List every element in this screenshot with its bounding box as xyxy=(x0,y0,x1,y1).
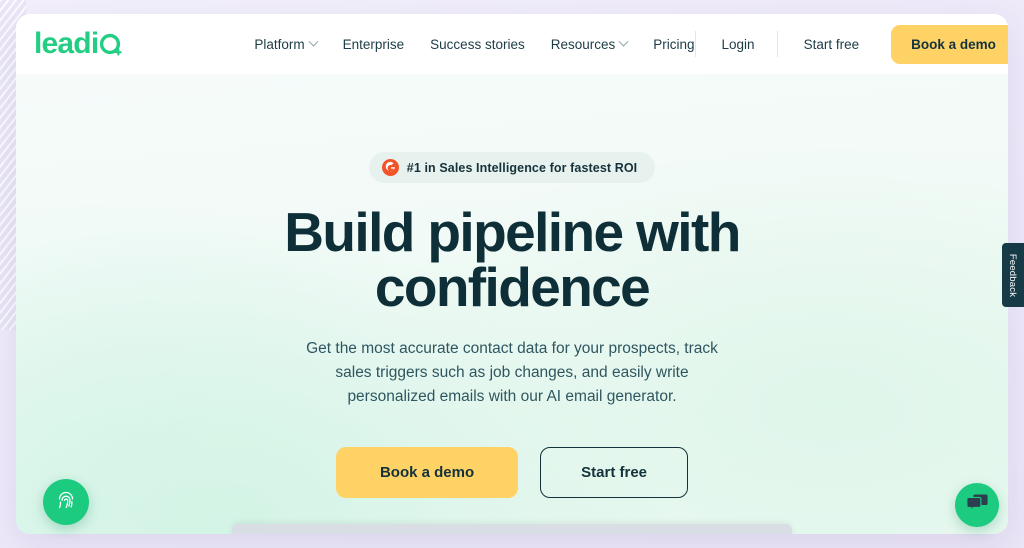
nav-item-success-stories[interactable]: Success stories xyxy=(430,37,525,52)
hero-subheadline: Get the most accurate contact data for y… xyxy=(306,340,718,406)
nav-item-label: Enterprise xyxy=(342,36,405,52)
hero-cta-group: Book a demo Start free xyxy=(335,447,689,499)
below-fold-preview-card xyxy=(232,524,792,534)
chevron-down-icon xyxy=(308,36,319,47)
chat-widget-button[interactable] xyxy=(955,483,999,527)
hero-headline: Build pipeline with confidence xyxy=(284,201,741,318)
g2-icon xyxy=(381,159,399,176)
primary-navigation: Platform Enterprise Success stories Reso… xyxy=(254,36,695,52)
hero-section: #1 in Sales Intelligence for fastest ROI… xyxy=(16,74,1008,534)
nav-item-enterprise[interactable]: Enterprise xyxy=(343,37,405,52)
nav-item-label: Resources xyxy=(550,36,616,52)
g2-award-badge[interactable]: #1 in Sales Intelligence for fastest ROI xyxy=(368,152,656,183)
site-header: leadi Platform Enterprise Success storie… xyxy=(16,14,1008,74)
nav-item-label: Platform xyxy=(254,36,305,52)
nav-item-label: Success stories xyxy=(430,36,525,52)
nav-item-label: Pricing xyxy=(653,36,695,52)
header-divider xyxy=(694,31,696,57)
accessibility-widget-button[interactable] xyxy=(43,479,89,525)
feedback-tab-button[interactable]: Feedback xyxy=(1002,243,1024,307)
website-page: leadi Platform Enterprise Success storie… xyxy=(16,14,1008,534)
logo-q-mark xyxy=(100,33,122,56)
fingerprint-icon xyxy=(54,488,78,517)
logo-wordmark: leadi xyxy=(34,27,99,60)
header-divider xyxy=(776,31,778,57)
start-free-link[interactable]: Start free xyxy=(782,29,882,60)
chevron-down-icon xyxy=(618,36,629,47)
feedback-tab-label: Feedback xyxy=(1007,253,1019,297)
nav-item-resources[interactable]: Resources xyxy=(550,36,629,52)
login-link[interactable]: Login xyxy=(700,29,777,60)
header-actions: Login Start free Book a demo xyxy=(694,24,1008,64)
hero-start-free-button[interactable]: Start free xyxy=(540,447,689,499)
book-a-demo-button[interactable]: Book a demo xyxy=(891,24,1008,64)
nav-item-pricing[interactable]: Pricing xyxy=(653,37,694,52)
nav-item-platform[interactable]: Platform xyxy=(254,36,319,52)
chat-bubbles-icon xyxy=(965,492,989,519)
g2-badge-label: #1 in Sales Intelligence for fastest ROI xyxy=(406,160,638,175)
leadiq-logo[interactable]: leadi xyxy=(34,29,124,59)
hero-book-a-demo-button[interactable]: Book a demo xyxy=(335,447,519,499)
